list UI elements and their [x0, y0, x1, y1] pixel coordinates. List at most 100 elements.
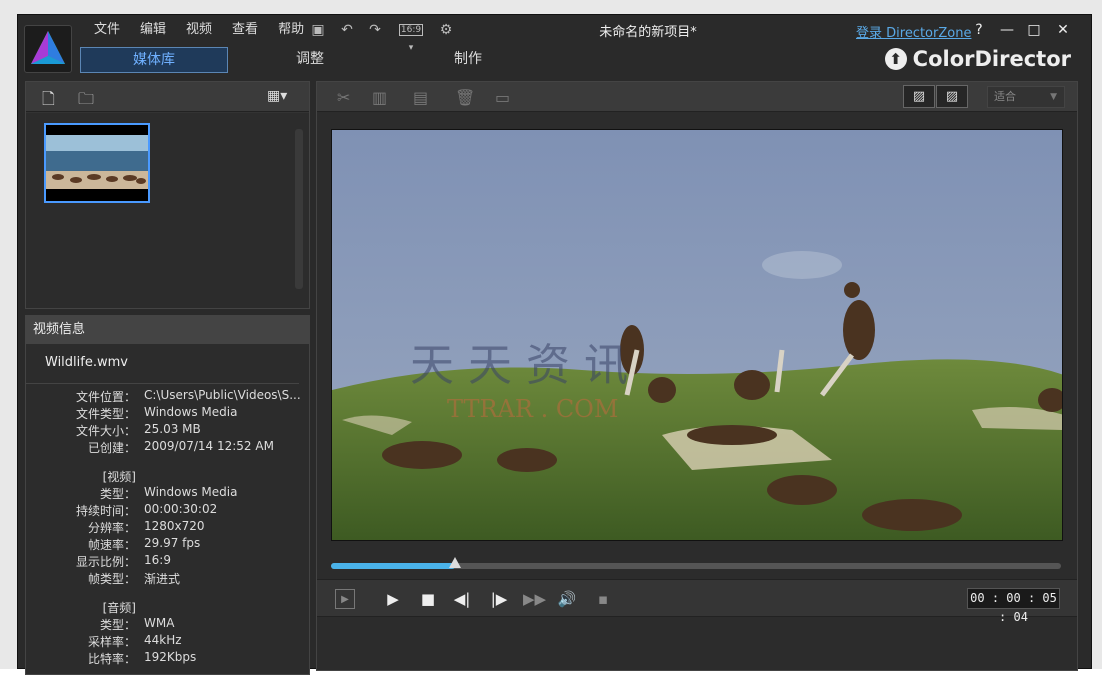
library-scrollbar[interactable] [295, 129, 303, 289]
info-label: 分辨率： [87, 521, 136, 535]
menu-edit[interactable]: 编辑 [130, 21, 176, 41]
info-row: 文件大小： 25.03 MB [26, 422, 311, 439]
info-row: 持续时间： 00:00:30:02 [26, 502, 311, 519]
info-value: 00:00:30:02 [144, 502, 218, 516]
preview-mode-icon[interactable]: ▶ [335, 589, 355, 609]
import-folder-icon[interactable]: 🗀 [78, 88, 94, 115]
play-icon[interactable]: ▶ [383, 589, 403, 609]
video-info-filename: Wildlife.wmv [26, 344, 299, 384]
timecode-display[interactable]: 00 : 00 : 05 : 04 [967, 588, 1060, 624]
info-value: Windows Media [144, 485, 238, 499]
info-value: 29.97 fps [144, 536, 201, 550]
media-library-panel: 🗋 🗀 ▦▾ [25, 81, 310, 309]
menu-video[interactable]: 视频 [176, 21, 222, 41]
library-content [26, 113, 309, 308]
stop-icon[interactable]: ■ [418, 589, 438, 609]
info-row: 文件类型： Windows Media [26, 405, 311, 422]
brand-name: ColorDirector [912, 47, 1071, 71]
info-row: 类型： WMA [26, 616, 311, 633]
info-label: 文件类型： [75, 407, 136, 421]
preview-frame-image: 天 天 资 讯 TTRAR . COM [332, 130, 1062, 540]
insert-icon[interactable]: ▤ [413, 88, 428, 107]
info-label: 帧速率： [87, 538, 136, 552]
app-window: 文件 编辑 视频 查看 帮助 ▣ ↶ ↷ 16:9 ▾ ⚙ 未命名的新项目* 登… [17, 14, 1092, 675]
aspect-ratio-icon[interactable]: 16:9 ▾ [396, 21, 426, 53]
app-logo [24, 25, 72, 73]
tab-adjust[interactable]: 调整 [280, 47, 340, 73]
playback-controls: ▶ ▶ ■ ◀| |▶ ▶▶ 🔊 ▪ 00 : 00 : 05 : 04 [317, 579, 1077, 624]
info-value: C:\Users\Public\Videos\S... [144, 388, 301, 402]
undo-icon[interactable]: ↶ [338, 21, 356, 39]
menu-file[interactable]: 文件 [84, 21, 130, 41]
delete-icon[interactable]: 🗑 [455, 88, 475, 107]
library-toolbar: 🗋 🗀 ▦▾ [26, 82, 309, 112]
snapshot-icon[interactable]: ▭ [495, 88, 510, 107]
next-frame-icon[interactable]: |▶ [489, 589, 509, 609]
seek-progress [331, 563, 456, 569]
info-row: 类型： Windows Media [26, 485, 311, 502]
preview-panel: ✂ ▥ ▤ 🗑 ▭ ▨ ▨ 适合 ▼ 天 天 资 讯 TTRAR . COM ▶… [316, 81, 1078, 671]
info-label: 类型： [99, 487, 136, 501]
brand-logo: ⬆ ColorDirector [884, 47, 1071, 71]
import-file-icon[interactable]: 🗋 [42, 88, 55, 115]
info-label: 显示比例： [75, 555, 136, 569]
info-row: 已创建： 2009/07/14 12:52 AM [26, 439, 311, 456]
info-label: 帧类型： [87, 572, 136, 586]
info-row: [音频] [26, 599, 311, 616]
maximize-button[interactable]: □ [1023, 21, 1045, 39]
info-row: 采样率： 44kHz [26, 633, 311, 650]
seek-bar[interactable] [331, 557, 1061, 569]
info-row: 显示比例： 16:9 [26, 553, 311, 570]
info-value: 25.03 MB [144, 422, 201, 436]
info-row: 帧类型： 渐进式 [26, 570, 311, 587]
watermark-text: 天 天 资 讯 [410, 340, 628, 391]
info-row: [视频] [26, 468, 311, 485]
info-value: 渐进式 [144, 572, 181, 586]
thumbnail-image [46, 125, 148, 201]
info-value: WMA [144, 616, 175, 630]
minimize-button[interactable]: — [996, 21, 1018, 39]
watermark-subtext: TTRAR . COM [447, 395, 618, 423]
login-directorzone-link[interactable]: 登录 DirectorZone [856, 22, 971, 41]
help-button[interactable]: ? [968, 21, 990, 39]
seek-handle[interactable] [449, 557, 462, 568]
video-preview: 天 天 资 讯 TTRAR . COM [331, 129, 1063, 541]
tab-media-library[interactable]: 媒体库 [80, 47, 228, 73]
zoom-fit-select[interactable]: 适合 [987, 86, 1065, 108]
menu-view[interactable]: 查看 [222, 21, 268, 41]
view-original-icon[interactable]: ▨ [903, 85, 935, 108]
view-adjusted-icon[interactable]: ▨ [936, 85, 968, 108]
colordirector-logo-icon [31, 31, 65, 64]
menu-help[interactable]: 帮助 [268, 21, 314, 41]
info-row: 比特率： 192Kbps [26, 650, 311, 667]
fast-forward-icon[interactable]: ▶▶ [523, 589, 546, 609]
media-thumbnail[interactable] [44, 123, 150, 203]
info-value: Windows Media [144, 405, 238, 419]
previous-frame-icon[interactable]: ◀| [452, 589, 472, 609]
info-value: 16:9 [144, 553, 171, 567]
screen: 文件 编辑 视频 查看 帮助 ▣ ↶ ↷ 16:9 ▾ ⚙ 未命名的新项目* 登… [0, 0, 1102, 675]
fullscreen-icon[interactable]: ▪ [593, 589, 613, 609]
upgrade-arrow-icon[interactable]: ⬆ [884, 48, 907, 70]
save-icon[interactable]: ▣ [309, 21, 327, 39]
menu-bar: 文件 编辑 视频 查看 帮助 [84, 21, 314, 41]
info-label: 已创建： [87, 441, 136, 455]
redo-icon[interactable]: ↷ [366, 21, 384, 39]
info-value: 192Kbps [144, 650, 197, 664]
info-value: 44kHz [144, 633, 182, 647]
tab-produce[interactable]: 制作 [438, 47, 498, 73]
info-label: 比特率： [87, 652, 136, 666]
grid-view-icon[interactable]: ▦▾ [267, 88, 287, 104]
info-value: 2009/07/14 12:52 AM [144, 439, 274, 453]
info-value: 1280x720 [144, 519, 205, 533]
video-info-header: 视频信息 [26, 316, 309, 344]
volume-icon[interactable]: 🔊 [557, 589, 577, 609]
split-icon[interactable]: ▥ [372, 88, 387, 107]
info-label: 持续时间： [75, 504, 136, 518]
info-row: 文件位置： C:\Users\Public\Videos\S... [26, 388, 311, 405]
close-button[interactable]: ✕ [1052, 21, 1074, 39]
info-row: 帧速率： 29.97 fps [26, 536, 311, 553]
trim-scissors-icon[interactable]: ✂ [337, 88, 350, 107]
info-label: 文件位置： [75, 390, 136, 404]
settings-gear-icon[interactable]: ⚙ [437, 21, 455, 39]
